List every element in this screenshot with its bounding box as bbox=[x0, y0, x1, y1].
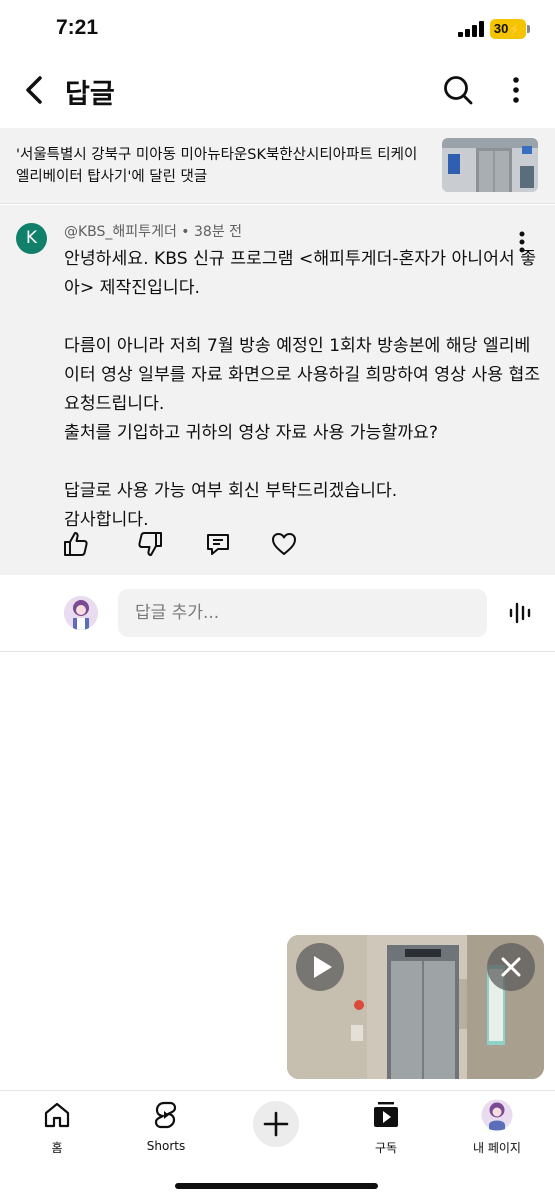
chevron-left-icon bbox=[26, 76, 42, 104]
nav-you[interactable]: 내 페이지 bbox=[452, 1099, 542, 1159]
comment-time: 38분 전 bbox=[194, 224, 243, 240]
video-thumbnail[interactable] bbox=[442, 138, 538, 192]
dislike-button[interactable] bbox=[136, 530, 164, 558]
play-button[interactable] bbox=[296, 943, 344, 991]
subscriptions-icon bbox=[374, 1102, 398, 1127]
status-bar: 7:21 30⚡ bbox=[0, 0, 555, 60]
battery-level: 30 bbox=[493, 21, 509, 36]
nav-subscriptions[interactable]: 구독 bbox=[341, 1099, 431, 1159]
mini-player[interactable] bbox=[287, 935, 544, 1079]
nav-home-label: 홈 bbox=[51, 1141, 63, 1155]
plus-icon bbox=[263, 1111, 289, 1137]
reply-composer: 답글 추가... bbox=[0, 576, 555, 652]
back-button[interactable] bbox=[16, 70, 52, 110]
home-indicator bbox=[175, 1183, 378, 1189]
status-time: 7:21 bbox=[56, 16, 99, 39]
battery-cap bbox=[527, 25, 530, 33]
more-options-button[interactable] bbox=[500, 70, 532, 110]
reply-icon bbox=[207, 534, 229, 555]
comment: K @KBS_해피투게더 • 38분 전 안녕하세요. KBS 신규 프로그램 … bbox=[0, 205, 555, 575]
like-button[interactable] bbox=[62, 530, 90, 558]
search-button[interactable] bbox=[438, 70, 478, 110]
my-avatar bbox=[64, 596, 98, 630]
heart-button[interactable] bbox=[270, 530, 298, 558]
profile-avatar-icon bbox=[481, 1099, 513, 1131]
shorts-icon bbox=[154, 1101, 177, 1129]
comment-actions bbox=[0, 530, 555, 560]
parent-comment-context[interactable]: '서울특별시 강북구 미아동 미아뉴타운SK북한산시티아파트 티케이 엘리베이터… bbox=[0, 128, 555, 204]
dislike-icon bbox=[138, 532, 162, 556]
context-text: '서울특별시 강북구 미아동 미아뉴타운SK북한산시티아파트 티케이 엘리베이터… bbox=[16, 147, 418, 185]
avatar[interactable]: K bbox=[16, 223, 47, 254]
app-header: 답글 bbox=[0, 60, 555, 122]
nav-subscriptions-label: 구독 bbox=[374, 1141, 398, 1155]
page-title: 답글 bbox=[65, 79, 115, 110]
comment-body: 안녕하세요. KBS 신규 프로그램 <해피투게더-혼자가 아니어서 좋아> 제… bbox=[64, 249, 541, 530]
signal-icon bbox=[458, 21, 484, 37]
nav-you-label: 내 페이지 bbox=[473, 1141, 521, 1155]
comment-author[interactable]: @KBS_해피투게더 bbox=[64, 224, 177, 240]
nav-shorts[interactable]: Shorts bbox=[121, 1099, 211, 1159]
close-button[interactable] bbox=[487, 943, 535, 991]
bottom-nav: 홈 Shorts 구독 내 페이지 bbox=[0, 1090, 555, 1200]
meta-separator: • bbox=[181, 224, 190, 240]
create-button[interactable] bbox=[253, 1101, 299, 1147]
voice-input-button[interactable] bbox=[508, 600, 534, 626]
reply-input[interactable]: 답글 추가... bbox=[118, 589, 487, 637]
voice-wave-icon bbox=[509, 602, 531, 624]
battery-icon: 30⚡ bbox=[490, 19, 526, 39]
reply-button[interactable] bbox=[204, 530, 232, 558]
like-icon bbox=[64, 532, 88, 556]
nav-shorts-label: Shorts bbox=[146, 1139, 186, 1153]
close-icon bbox=[501, 957, 521, 977]
nav-home[interactable]: 홈 bbox=[12, 1099, 102, 1159]
search-icon bbox=[444, 76, 473, 105]
heart-icon bbox=[272, 533, 296, 555]
more-vertical-icon bbox=[513, 77, 519, 103]
home-icon bbox=[44, 1102, 70, 1128]
play-icon bbox=[314, 956, 332, 978]
comment-meta: @KBS_해피투게더 • 38분 전 bbox=[64, 221, 242, 241]
